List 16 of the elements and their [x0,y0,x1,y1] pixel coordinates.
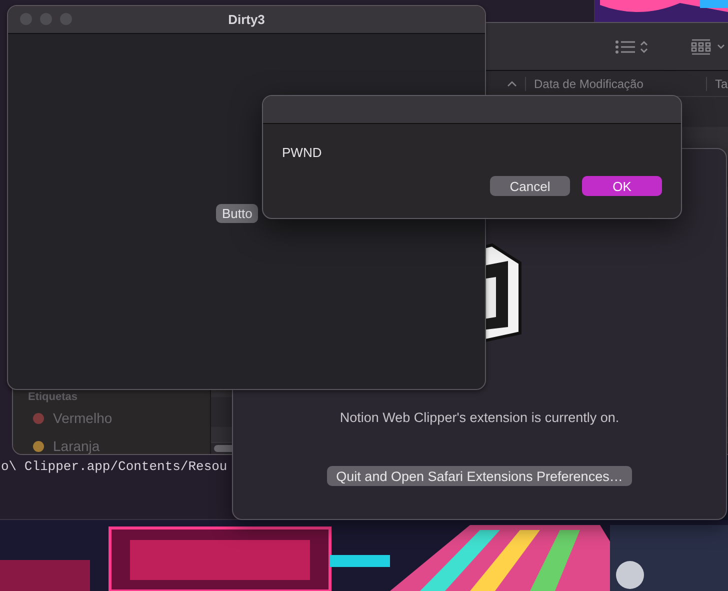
alert-message: PWND [282,145,323,160]
cancel-button[interactable]: Cancel [490,176,570,196]
preferences-button[interactable]: Quit and Open Safari Extensions Preferences… [327,466,632,486]
status-message: Notion Web Clipper's extension is currently on. [340,410,620,425]
grid-view-icon[interactable] [691,38,727,54]
sidebar-item[interactable]: Laranja [13,432,210,454]
scrollbar[interactable] [211,443,232,454]
sort-caret-icon [507,80,517,86]
column-header[interactable]: Ta [706,76,728,90]
button[interactable]: Butto [216,204,258,223]
sidebar-item[interactable]: Vermelho [13,404,210,432]
window-title: Dirty3 [228,12,265,27]
terminal-text: o\ Clipper.app/Contents/Resou [1,459,228,474]
ok-button[interactable]: OK [582,176,662,196]
column-header[interactable]: Data de Modificação [525,76,706,90]
sidebar-heading: Etiquetas [27,390,79,404]
